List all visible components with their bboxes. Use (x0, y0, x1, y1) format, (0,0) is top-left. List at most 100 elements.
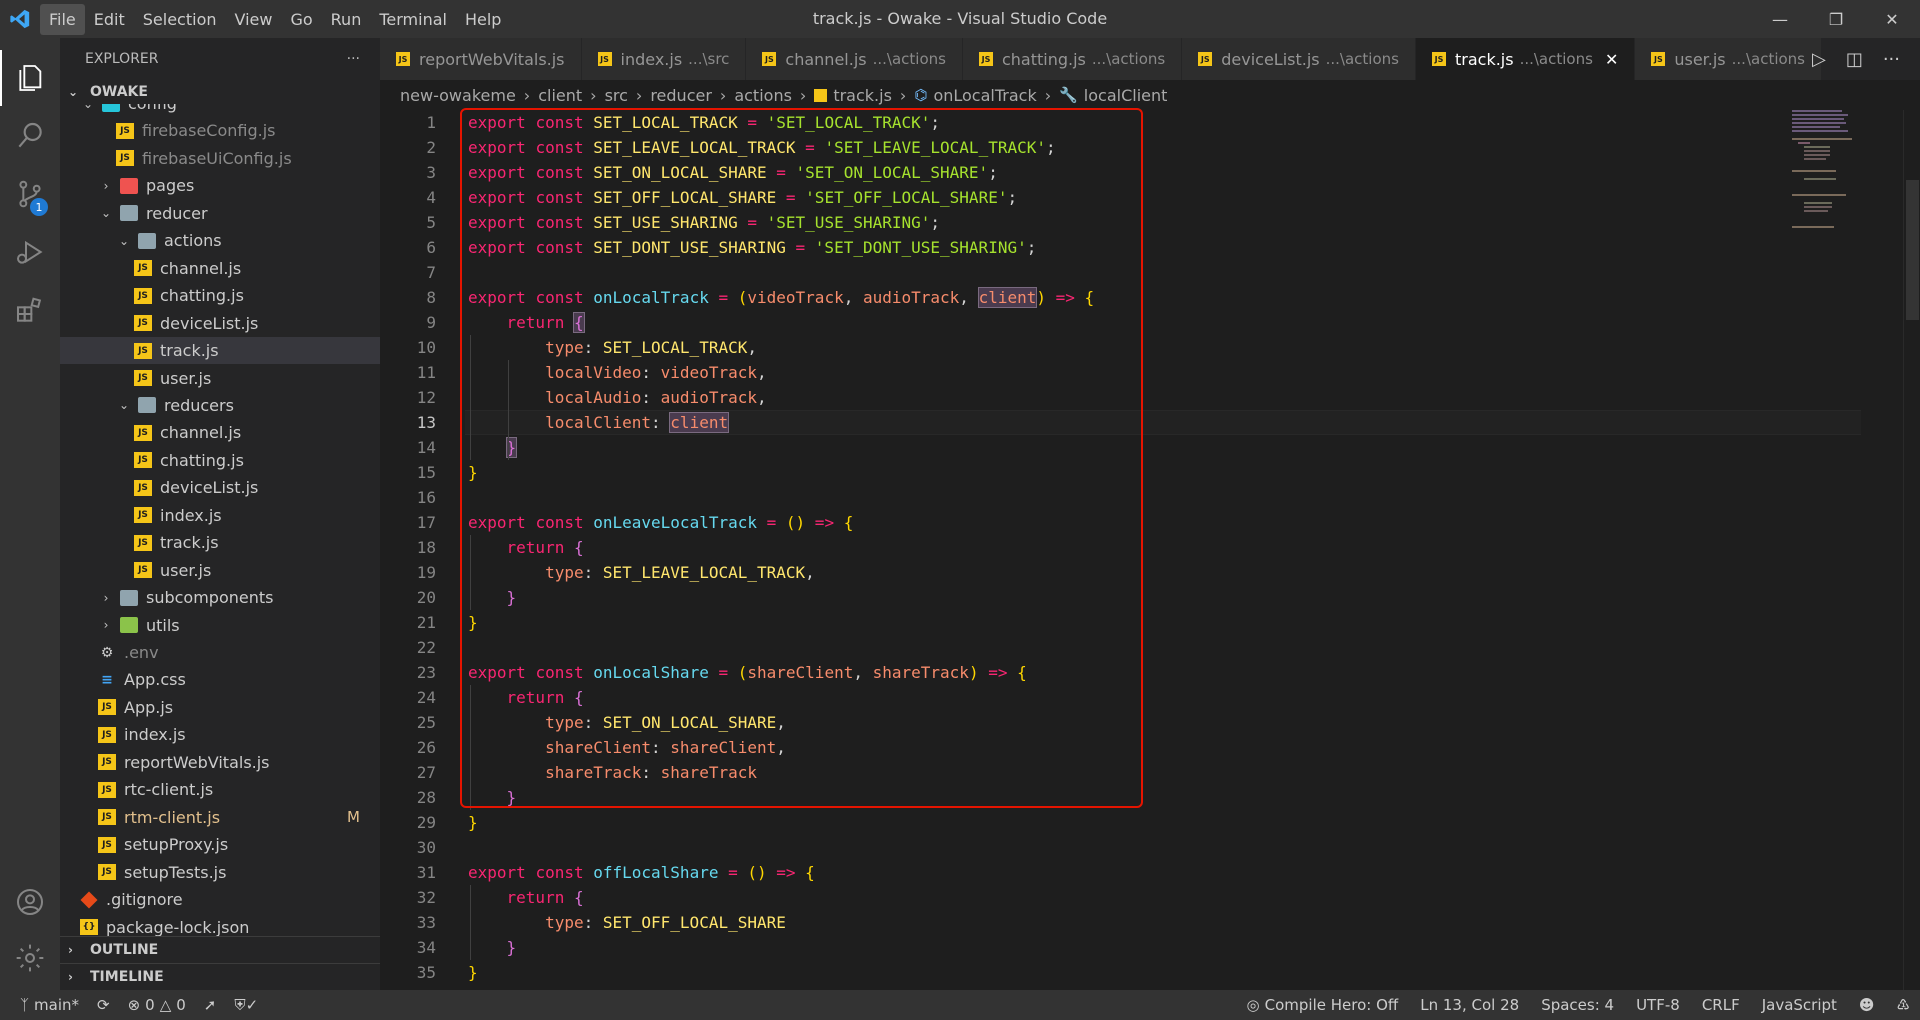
tab-user-js[interactable]: JS user.js ...\actions (1635, 38, 1822, 80)
code-line[interactable]: type: SET_ON_LOCAL_SHARE, (468, 710, 786, 735)
code-line[interactable]: export const SET_OFF_LOCAL_SHARE = 'SET_… (468, 185, 1017, 210)
breadcrumb-item[interactable]: src (605, 86, 628, 105)
more-actions-icon[interactable]: ··· (347, 51, 360, 67)
timeline-section[interactable]: › TIMELINE (60, 963, 380, 990)
problems-status[interactable]: ⊗ 0 △ 0 (128, 996, 186, 1014)
explorer-icon[interactable] (0, 50, 60, 106)
minimize-icon[interactable]: — (1752, 0, 1808, 38)
code-line[interactable]: shareTrack: shareTrack (468, 760, 757, 785)
code-line[interactable]: return { (468, 310, 585, 335)
code-line[interactable]: localClient: client (468, 410, 730, 435)
eol-status[interactable]: CRLF (1702, 996, 1740, 1014)
extensions-icon[interactable] (0, 282, 60, 338)
settings-gear-icon[interactable] (0, 930, 60, 986)
tree-file[interactable]: JS deviceList.js (60, 310, 380, 337)
tab-chatting-js[interactable]: JS chatting.js ...\actions (962, 38, 1183, 80)
code-line[interactable]: type: SET_LEAVE_LOCAL_TRACK, (468, 560, 815, 585)
tree-file[interactable]: JS reportWebVitals.js (60, 749, 380, 776)
code-line[interactable]: export const SET_USE_SHARING = 'SET_USE_… (468, 210, 940, 235)
code-line[interactable]: export const onLocalShare = (shareClient… (468, 660, 1027, 685)
breadcrumb-item[interactable]: onLocalTrack (933, 86, 1036, 105)
breadcrumb-item[interactable]: reducer (650, 86, 712, 105)
language-mode[interactable]: JavaScript (1762, 996, 1837, 1014)
tree-file[interactable]: JS user.js (60, 365, 380, 392)
tree-file[interactable]: JS rtm-client.js M (60, 804, 380, 831)
tree-file[interactable]: ⚙ .env (60, 639, 380, 666)
code-line[interactable]: export const onLocalTrack = (videoTrack,… (468, 285, 1094, 310)
editor-scrollbar[interactable] (1903, 110, 1920, 990)
code-line[interactable]: } (468, 785, 517, 810)
close-window-icon[interactable]: ✕ (1864, 0, 1920, 38)
tree-file[interactable]: JS setupProxy.js (60, 831, 380, 858)
tab-deviceList-js[interactable]: JS deviceList.js ...\actions (1182, 38, 1416, 80)
code-line[interactable]: export const SET_ON_LOCAL_SHARE = 'SET_O… (468, 160, 998, 185)
menu-item-go[interactable]: Go (281, 4, 321, 35)
tree-file[interactable]: JS firebaseUiConfig.js (60, 145, 380, 172)
close-tab-icon[interactable]: ✕ (1605, 50, 1618, 69)
encoding-status[interactable]: UTF-8 (1636, 996, 1680, 1014)
breadcrumb-item[interactable]: client (538, 86, 582, 105)
tree-file[interactable]: ≡ App.css (60, 666, 380, 693)
code-line[interactable]: localAudio: audioTrack, (468, 385, 767, 410)
code-line[interactable]: export const SET_DONT_USE_SHARING = 'SET… (468, 235, 1036, 260)
tree-folder[interactable]: › pages (60, 172, 380, 199)
code-line[interactable]: localVideo: videoTrack, (468, 360, 767, 385)
breadcrumb-item[interactable]: actions (734, 86, 792, 105)
code-line[interactable]: } (468, 585, 517, 610)
cursor-position[interactable]: Ln 13, Col 28 (1420, 996, 1519, 1014)
notifications-bell-icon[interactable]: ♳ (1897, 996, 1910, 1014)
tree-file[interactable]: JS track.js (60, 337, 380, 365)
tree-file[interactable]: JS index.js (60, 502, 380, 529)
tree-folder[interactable]: › utils (60, 612, 380, 639)
code-line[interactable]: export const SET_LOCAL_TRACK = 'SET_LOCA… (468, 110, 940, 135)
menu-item-terminal[interactable]: Terminal (370, 4, 456, 35)
sync-icon[interactable]: ⟳ (97, 996, 110, 1014)
code-line[interactable]: return { (468, 535, 584, 560)
tab-channel-js[interactable]: JS channel.js ...\actions (746, 38, 963, 80)
tab-index-js[interactable]: JS index.js ...\src (581, 38, 747, 80)
code-line[interactable]: } (468, 610, 478, 635)
restore-icon[interactable]: ❐ (1808, 0, 1864, 38)
tree-file[interactable]: JS channel.js (60, 419, 380, 446)
search-icon[interactable] (0, 108, 60, 164)
source-control-icon[interactable]: 1 (0, 166, 60, 222)
tree-file[interactable]: JS user.js (60, 557, 380, 584)
run-file-icon[interactable]: ▷ (1812, 49, 1826, 70)
code-line[interactable]: type: SET_OFF_LOCAL_SHARE (468, 910, 786, 935)
workspace-root[interactable]: ⌄ OWAKE (60, 80, 380, 104)
tree-file[interactable]: JS firebaseConfig.js (60, 117, 380, 144)
breadcrumb-item[interactable]: localClient (1084, 86, 1168, 105)
code-line[interactable]: export const offLocalShare = () => { (468, 860, 815, 885)
tree-folder[interactable]: ⌄ reducer (60, 200, 380, 227)
code-area[interactable]: export const SET_LOCAL_TRACK = 'SET_LOCA… (468, 110, 1858, 990)
menu-item-view[interactable]: View (226, 4, 282, 35)
launch-icon[interactable]: ➚ (204, 996, 217, 1014)
menu-item-edit[interactable]: Edit (85, 4, 134, 35)
tree-file[interactable]: JS rtc-client.js (60, 776, 380, 803)
tree-file[interactable]: JS track.js (60, 529, 380, 556)
code-line[interactable]: return { (468, 885, 584, 910)
scrollbar-thumb[interactable] (1906, 180, 1919, 320)
breadcrumb-item[interactable]: new-owakeme (400, 86, 516, 105)
tree-folder[interactable]: ⌄ actions (60, 227, 380, 254)
indentation-status[interactable]: Spaces: 4 (1541, 996, 1614, 1014)
run-debug-icon[interactable] (0, 224, 60, 280)
code-line[interactable]: } (468, 810, 478, 835)
menu-item-file[interactable]: File (40, 3, 85, 35)
tree-folder[interactable]: ⌄ reducers (60, 392, 380, 419)
shield-check-icon[interactable]: ⛨✓ (234, 996, 258, 1014)
tree-folder[interactable]: ⌄ config (60, 104, 380, 117)
tree-folder[interactable]: › subcomponents (60, 584, 380, 611)
code-line[interactable]: } (468, 935, 517, 960)
outline-section[interactable]: › OUTLINE (60, 936, 380, 963)
tree-file[interactable]: JS channel.js (60, 255, 380, 282)
tree-file[interactable]: JS setupTests.js (60, 859, 380, 886)
tree-file[interactable]: JS App.js (60, 694, 380, 721)
tree-file[interactable]: JS chatting.js (60, 447, 380, 474)
code-line[interactable]: } (468, 460, 478, 485)
menu-item-selection[interactable]: Selection (134, 4, 226, 35)
menu-item-run[interactable]: Run (322, 4, 371, 35)
feedback-icon[interactable]: ☻ (1859, 996, 1875, 1014)
minimap[interactable] (1790, 110, 1903, 990)
code-line[interactable]: } (468, 960, 478, 985)
